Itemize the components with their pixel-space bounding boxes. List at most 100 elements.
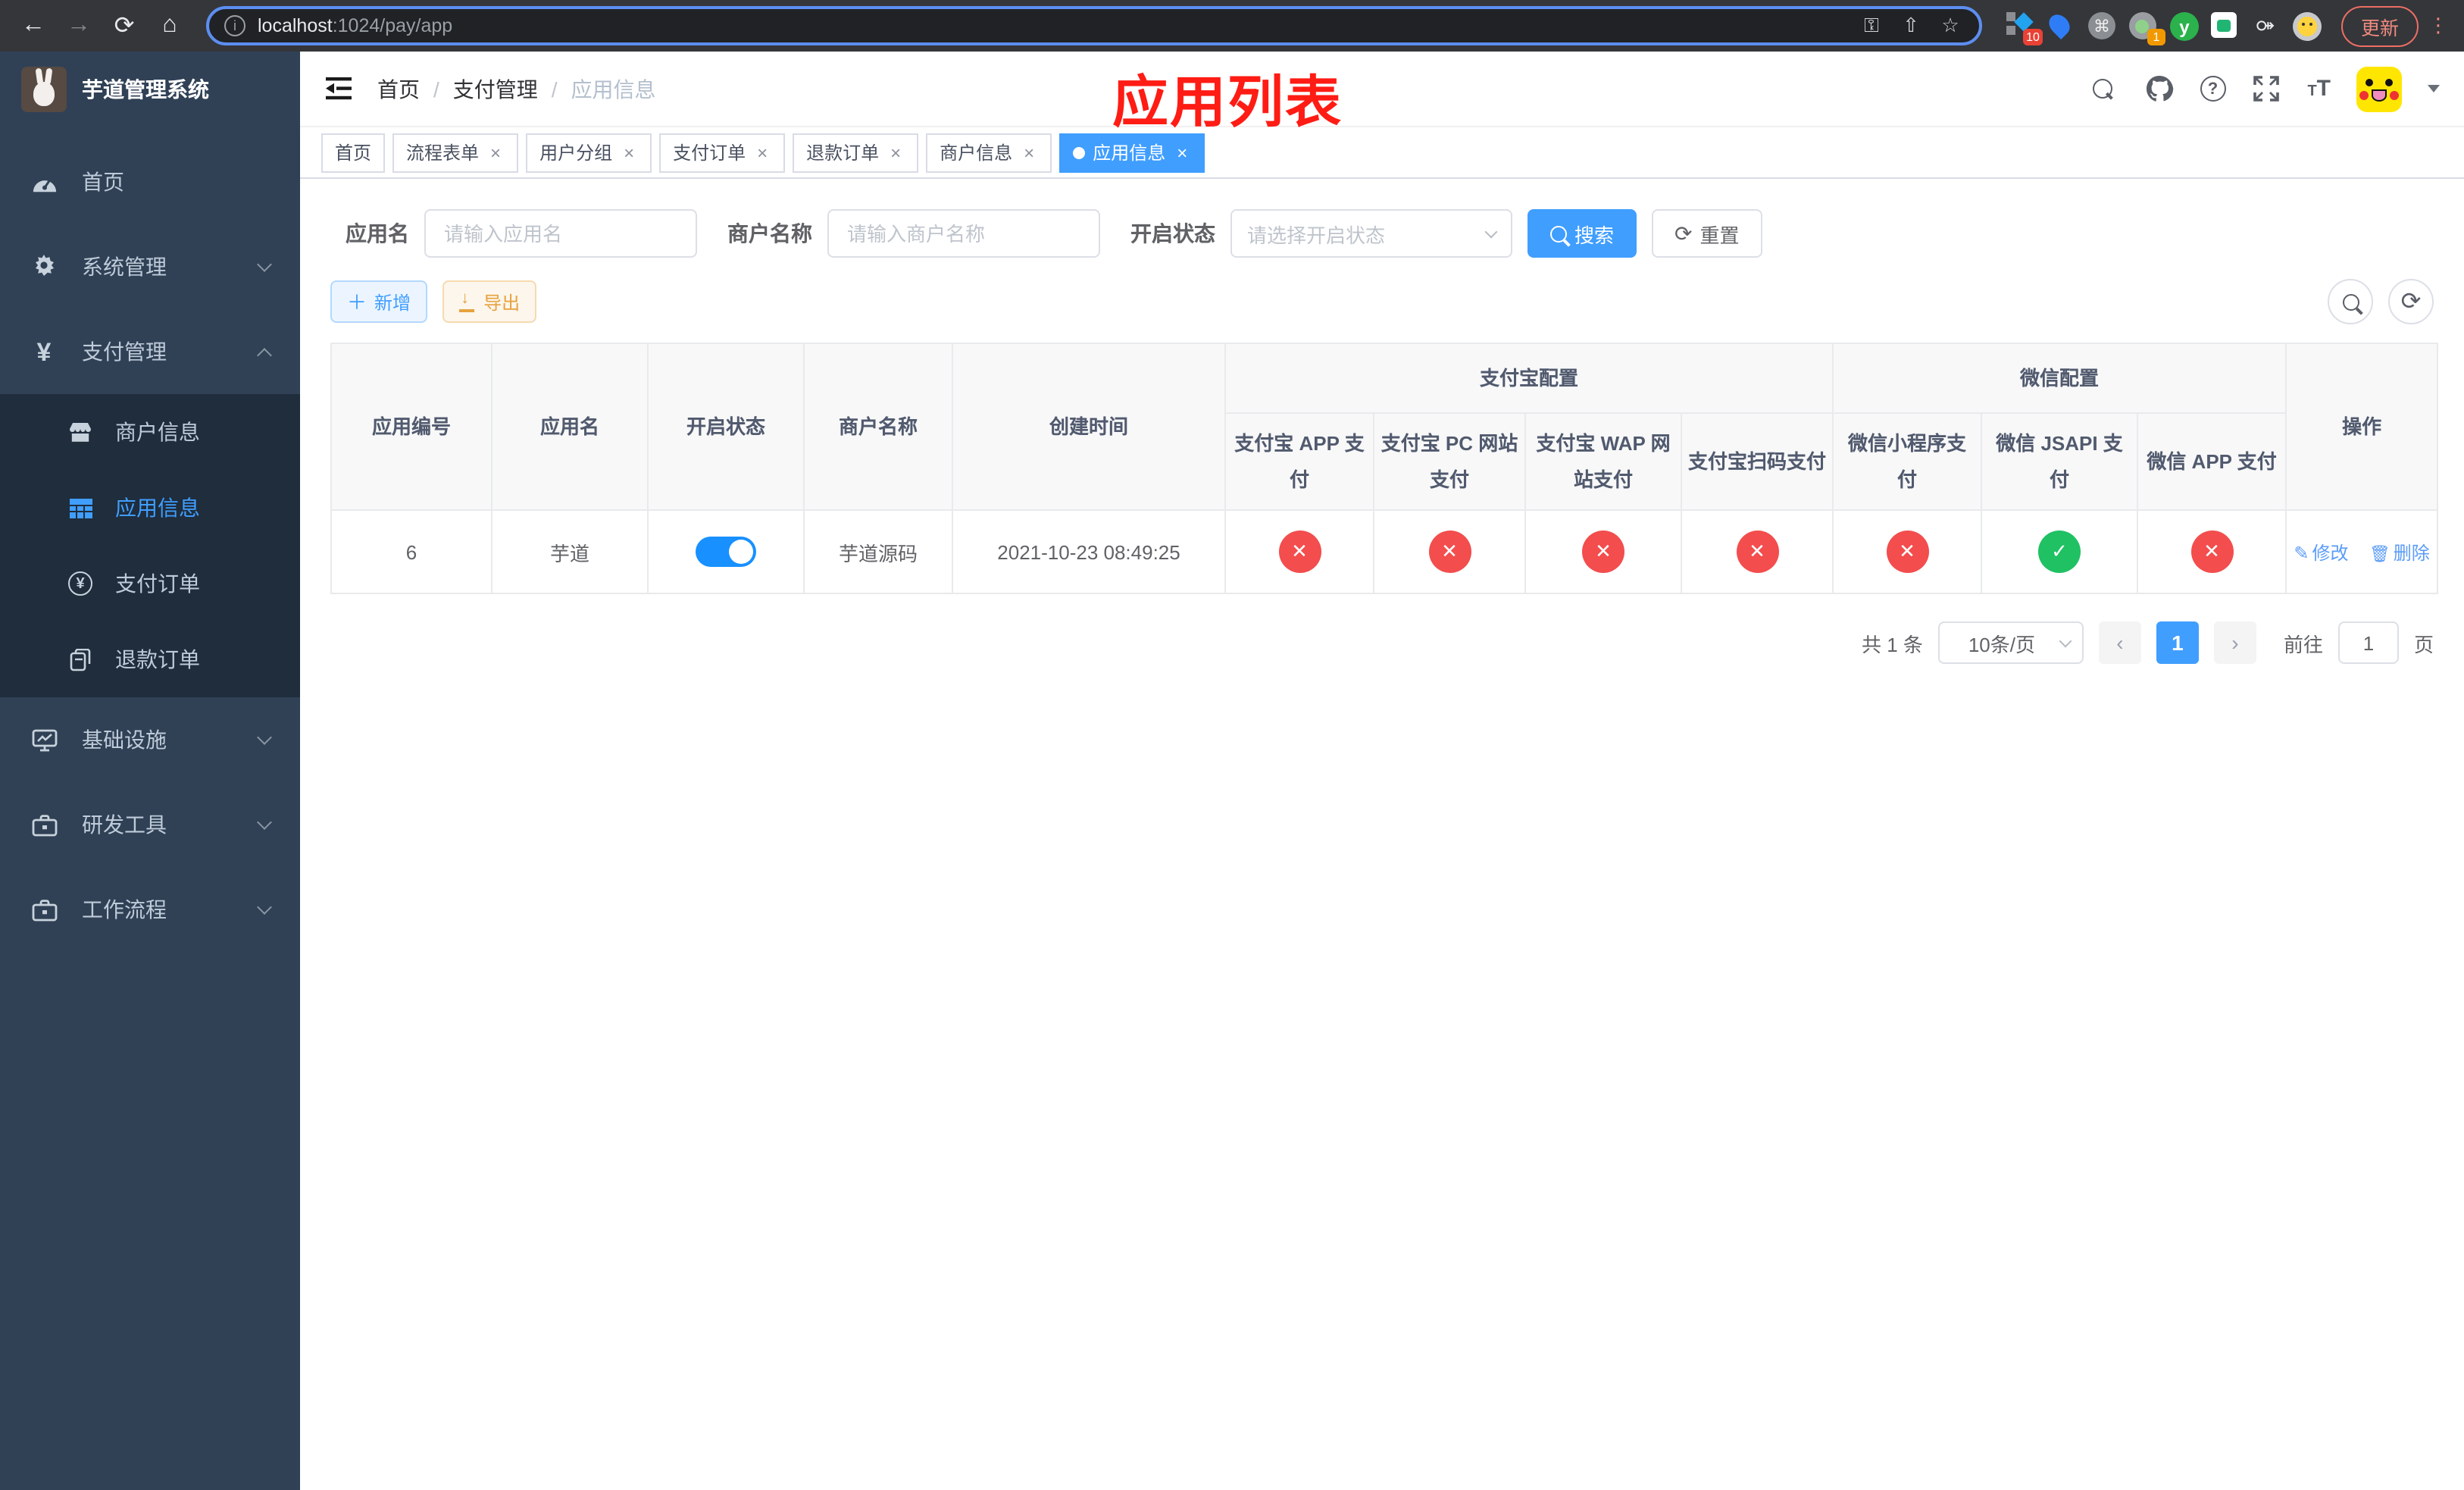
back-button[interactable]: ←: [15, 8, 52, 44]
alipay-app-status-icon: [1278, 531, 1321, 573]
browser-toolbar: ← → ⟳ ⌂ i localhost:1024/pay/app ⚿ ⇧ ☆ 1…: [0, 0, 2464, 52]
extension-chat-icon[interactable]: [2210, 12, 2238, 39]
chrome-menu-icon[interactable]: ⋮: [2428, 15, 2449, 35]
documents-icon: [67, 648, 94, 671]
prev-page-button[interactable]: ‹: [2098, 621, 2141, 664]
sidebar-collapse-icon[interactable]: [324, 76, 353, 102]
reload-button[interactable]: ⟳: [106, 8, 142, 44]
delete-link[interactable]: 删除: [2369, 542, 2430, 563]
profile-emoji-icon[interactable]: [2292, 12, 2322, 41]
gear-icon: [30, 255, 58, 279]
sidebar-item-merchant-info[interactable]: 商户信息: [0, 394, 300, 470]
close-icon[interactable]: ×: [1173, 142, 1191, 163]
home-button[interactable]: ⌂: [152, 8, 188, 44]
column-header-merchant: 商户名称: [803, 343, 953, 511]
close-icon[interactable]: ×: [486, 142, 505, 163]
sidebar-item-dev-tools[interactable]: 研发工具: [0, 782, 300, 867]
column-header-app-name: 应用名: [491, 343, 649, 511]
tab-app-info[interactable]: 应用信息 ×: [1059, 133, 1205, 172]
extension-recorder-icon[interactable]: 1: [2128, 12, 2165, 45]
extension-badge: 1: [2147, 29, 2165, 45]
sidebar-item-app-info[interactable]: 应用信息: [0, 470, 300, 546]
yen-circle-icon: ¥: [67, 571, 94, 596]
help-icon[interactable]: ?: [2200, 76, 2226, 102]
sidebar-item-label: 退款订单: [115, 647, 200, 671]
sidebar-item-workflow[interactable]: 工作流程: [0, 867, 300, 952]
breadcrumb-item[interactable]: 支付管理: [453, 74, 538, 104]
cell-merchant: 芋道源码: [803, 509, 953, 594]
goto-label: 前往: [2283, 633, 2323, 656]
sidebar-item-label: 基础设施: [82, 728, 167, 752]
extension-command-icon[interactable]: ⌘: [2087, 12, 2115, 39]
column-header-ops: 操作: [2285, 343, 2439, 511]
chevron-down-icon: [257, 815, 272, 830]
edit-link[interactable]: 修改: [2294, 542, 2348, 563]
close-icon[interactable]: ×: [620, 142, 638, 163]
tab-merchant-info[interactable]: 商户信息 ×: [926, 133, 1052, 172]
url-text[interactable]: localhost:1024/pay/app: [258, 15, 1846, 36]
extensions-puzzle-icon[interactable]: ⚩: [2252, 12, 2279, 39]
close-icon[interactable]: ×: [753, 142, 771, 163]
address-bar[interactable]: i localhost:1024/pay/app ⚿ ⇧ ☆: [206, 6, 1982, 45]
sidebar-item-label: 应用信息: [115, 496, 200, 520]
column-group-alipay: 支付宝配置: [1224, 343, 1834, 414]
tab-process-form[interactable]: 流程表单 ×: [392, 133, 519, 172]
sidebar-item-system[interactable]: 系统管理: [0, 224, 300, 309]
column-header-alipay-pc: 支付宝 PC 网站支付: [1373, 412, 1526, 511]
close-icon[interactable]: ×: [1020, 142, 1038, 163]
add-button[interactable]: ＋ 新增: [330, 280, 428, 323]
close-icon[interactable]: ×: [886, 142, 905, 163]
extension-y-icon[interactable]: y: [2169, 12, 2199, 41]
search-icon[interactable]: [2087, 74, 2118, 104]
user-avatar[interactable]: [2356, 66, 2402, 111]
status-select[interactable]: 请选择开启状态: [1230, 209, 1512, 258]
export-button[interactable]: 导出: [442, 280, 537, 323]
sidebar-item-payment[interactable]: ¥ 支付管理: [0, 309, 300, 394]
chrome-update-button[interactable]: 更新: [2340, 5, 2419, 46]
alipay-qr-status-icon: [1736, 531, 1778, 573]
sidebar-item-infra[interactable]: 基础设施: [0, 697, 300, 782]
search-icon: [1550, 225, 1567, 242]
password-key-icon[interactable]: ⚿: [1858, 14, 1885, 38]
goto-page-input[interactable]: [2337, 621, 2399, 664]
page-size-select[interactable]: 10条/页: [1937, 621, 2084, 664]
extension-pin-icon[interactable]: [2044, 10, 2075, 40]
tab-user-group[interactable]: 用户分组 ×: [526, 133, 652, 172]
forward-button[interactable]: →: [61, 8, 97, 44]
app-logo[interactable]: 芋道管理系统: [0, 52, 300, 127]
merchant-name-input[interactable]: [827, 209, 1100, 258]
tab-home[interactable]: 首页: [321, 133, 386, 172]
column-header-wechat-jsapi: 微信 JSAPI 支付: [1981, 412, 2139, 511]
page-number-button[interactable]: 1: [2156, 621, 2199, 664]
pagination: 共 1 条 10条/页 ‹ 1 › 前往 页: [330, 621, 2434, 664]
breadcrumb-item[interactable]: 首页: [377, 74, 420, 104]
search-button[interactable]: 搜索: [1527, 209, 1637, 258]
github-icon[interactable]: [2143, 74, 2174, 104]
tab-pay-orders[interactable]: 支付订单 ×: [659, 133, 786, 172]
table-toolbar: ＋ 新增 导出 ⟳: [330, 279, 2434, 324]
fullscreen-icon[interactable]: [2251, 74, 2281, 104]
bookmark-star-icon[interactable]: ☆: [1937, 14, 1964, 38]
reset-button[interactable]: ⟳ 重置: [1652, 209, 1762, 258]
column-header-alipay-qr: 支付宝扫码支付: [1680, 412, 1834, 511]
sidebar-item-label: 工作流程: [82, 897, 167, 922]
sidebar-item-home[interactable]: 首页: [0, 139, 300, 224]
font-size-icon[interactable]: TT: [2307, 76, 2331, 102]
site-info-icon[interactable]: i: [224, 15, 245, 36]
page-content: 应用名 商户名称 开启状态 请选择开启状态 搜索 ⟳ 重置: [300, 179, 2464, 1490]
app-name-input[interactable]: [424, 209, 697, 258]
share-icon[interactable]: ⇧: [1897, 14, 1925, 38]
enable-switch[interactable]: [696, 537, 756, 567]
sidebar-item-refund-orders[interactable]: 退款订单: [0, 621, 300, 697]
sidebar-item-label: 支付管理: [82, 340, 167, 364]
extension-sketch-icon[interactable]: 10: [2006, 12, 2043, 45]
sidebar-menu: 首页 系统管理 ¥ 支付管理 商户信息 应用信息 ¥ 支付订单 退款订单 基础设…: [0, 127, 300, 1490]
next-page-button[interactable]: ›: [2213, 621, 2256, 664]
refresh-table-button[interactable]: ⟳: [2388, 279, 2434, 324]
extension-icons: 10 ⌘ 1 y ⚩: [2000, 10, 2326, 45]
toggle-search-button[interactable]: [2328, 279, 2373, 324]
sidebar-item-pay-orders[interactable]: ¥ 支付订单: [0, 546, 300, 621]
store-icon: [67, 421, 94, 443]
user-menu-caret-icon[interactable]: [2428, 85, 2440, 99]
tab-refund-orders[interactable]: 退款订单 ×: [793, 133, 919, 172]
